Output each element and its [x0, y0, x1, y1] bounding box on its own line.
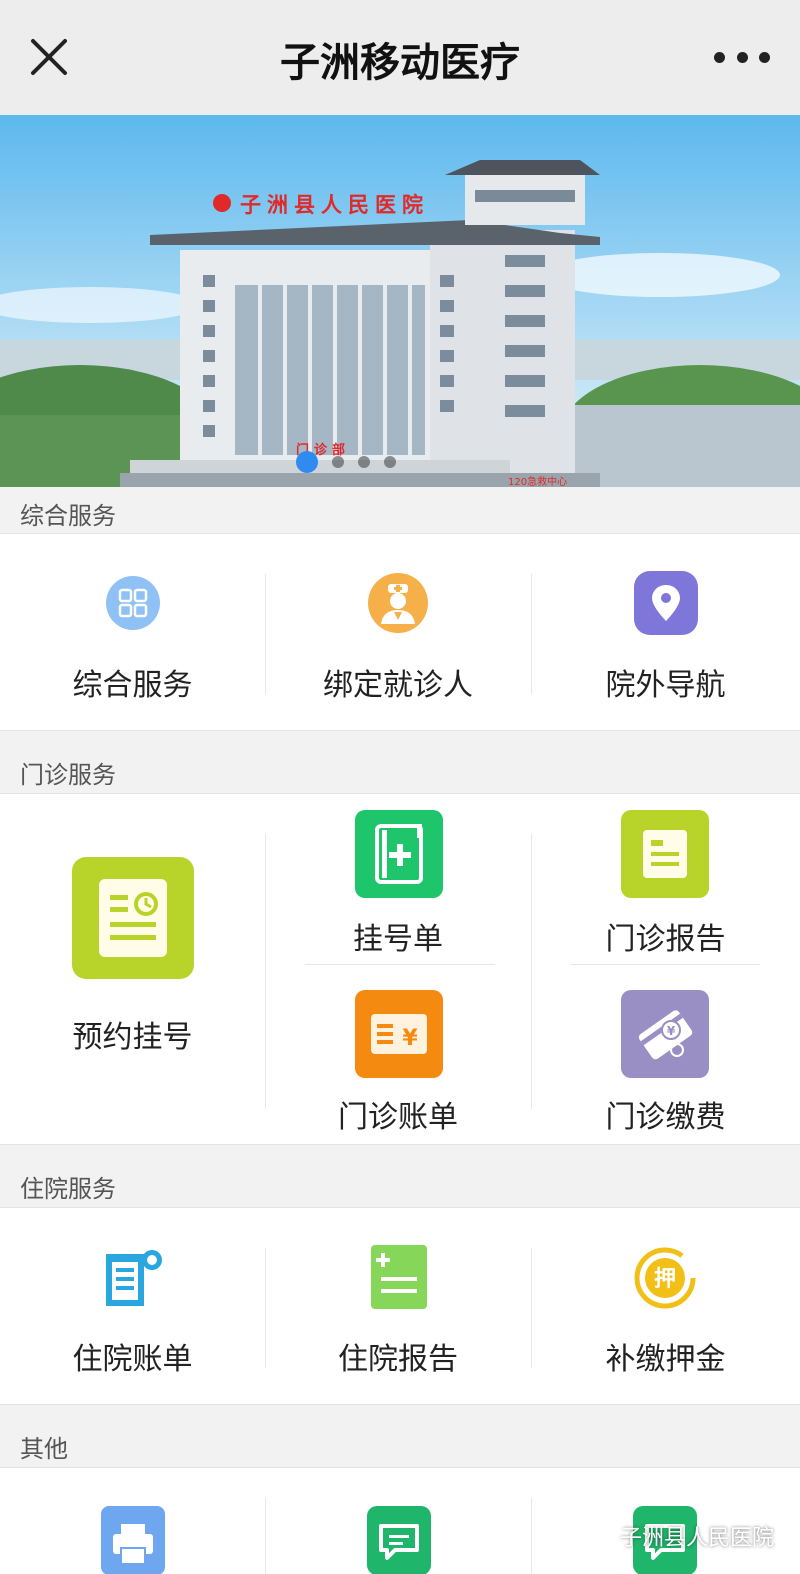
external-navigation-button[interactable]: 院外导航 [531, 534, 800, 730]
bind-patient-label: 绑定就诊人 [323, 668, 473, 703]
outpatient-report-label: 门诊报告 [605, 922, 726, 957]
outpatient-bill-label: 门诊账单 [338, 1100, 458, 1135]
svg-text:押: 押 [654, 1266, 676, 1292]
print-service-button[interactable] [0, 1468, 265, 1574]
general-services-button[interactable]: 综合服务 [0, 534, 265, 730]
carousel-dot[interactable] [358, 456, 370, 468]
carousel-indicators [296, 451, 396, 473]
bill-icon: ¥ [355, 990, 443, 1078]
chat-service-button[interactable] [265, 1468, 531, 1574]
inpatient-report-label: 住院报告 [338, 1342, 458, 1377]
carousel-dot-active[interactable] [296, 451, 318, 473]
scroll-bill-icon [106, 1250, 162, 1306]
deposit-payment-label: 补缴押金 [605, 1342, 726, 1377]
carousel-dot[interactable] [332, 456, 344, 468]
payment-icon: ¥ [621, 990, 709, 1078]
section-header-general: 综合服务 [0, 487, 800, 535]
section-header-inpatient: 住院服务 [0, 1160, 800, 1208]
outpatient-payment-button[interactable]: ¥ 门诊缴费 [531, 966, 800, 1144]
inpatient-bill-button[interactable]: 住院账单 [0, 1208, 265, 1404]
section-header-outpatient: 门诊服务 [0, 746, 800, 794]
watermark-text: 子洲县人民医院 [619, 1526, 774, 1551]
svg-text:¥: ¥ [667, 1024, 676, 1038]
inpatient-bill-label: 住院账单 [72, 1342, 193, 1377]
section-title: 门诊服务 [20, 761, 116, 789]
doctor-icon [368, 573, 428, 633]
outpatient-report-button[interactable]: 门诊报告 [531, 794, 800, 964]
deposit-icon: 押 [634, 1247, 696, 1309]
section-title: 综合服务 [20, 502, 116, 530]
hospital-building-image: 子洲县人民医院 门诊部 120急救中心 [0, 115, 800, 487]
location-pin-icon [634, 571, 698, 635]
inpatient-services-panel: 住院账单 住院报告 押 补缴押金 [0, 1207, 800, 1405]
appointment-registration-button[interactable]: 预约挂号 [0, 794, 265, 1144]
registration-slip-label: 挂号单 [353, 922, 443, 957]
registration-slip-icon [355, 810, 443, 898]
section-header-other: 其他 [0, 1420, 800, 1468]
outpatient-payment-label: 门诊缴费 [605, 1100, 726, 1135]
page-title: 子洲移动医疗 [280, 40, 520, 86]
appointment-registration-label: 预约挂号 [72, 1020, 193, 1055]
hospital-sign-text: 子洲县人民医院 [240, 193, 429, 217]
clipboard-report-icon [371, 1245, 427, 1309]
inpatient-report-button[interactable]: 住院报告 [265, 1208, 531, 1404]
bind-patient-button[interactable]: 绑定就诊人 [265, 534, 531, 730]
external-navigation-label: 院外导航 [605, 668, 726, 703]
svg-text:¥: ¥ [402, 1026, 418, 1051]
appointment-icon [72, 857, 194, 979]
printer-icon [101, 1506, 165, 1574]
ambulance-sign-text: 120急救中心 [508, 475, 567, 487]
more-dots-icon [714, 51, 725, 63]
top-nav-bar: 子洲移动医疗 [0, 0, 800, 115]
carousel-dot[interactable] [384, 456, 396, 468]
general-services-panel: 综合服务 绑定就诊人 院外导航 [0, 533, 800, 731]
outpatient-bill-button[interactable]: ¥ 门诊账单 [265, 966, 531, 1144]
deposit-payment-button[interactable]: 押 补缴押金 [531, 1208, 800, 1404]
outpatient-services-panel: 预约挂号 挂号单 门诊报告 ¥ 门诊账单 ¥ 门诊缴费 [0, 793, 800, 1145]
section-title: 住院服务 [20, 1175, 116, 1203]
watermark: 子洲县人民医院 [583, 1520, 774, 1552]
wechat-icon [583, 1525, 613, 1546]
close-icon [31, 39, 67, 75]
section-title: 其他 [20, 1435, 68, 1463]
grid-icon [106, 576, 160, 630]
chat-icon [367, 1506, 431, 1574]
more-menu-button[interactable] [714, 44, 770, 70]
close-button[interactable] [24, 32, 74, 82]
hospital-banner[interactable]: 子洲县人民医院 门诊部 120急救中心 [0, 115, 800, 487]
registration-slip-button[interactable]: 挂号单 [265, 794, 531, 964]
general-services-label: 综合服务 [72, 668, 193, 703]
report-icon [621, 810, 709, 898]
